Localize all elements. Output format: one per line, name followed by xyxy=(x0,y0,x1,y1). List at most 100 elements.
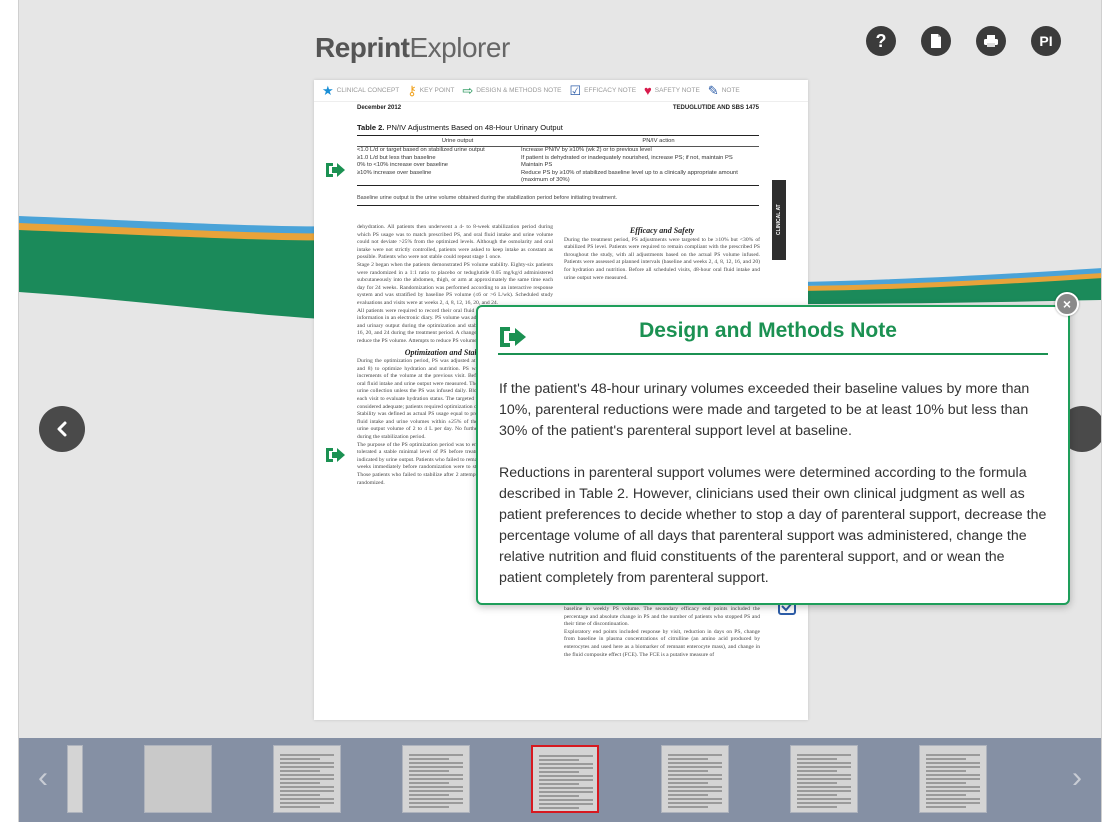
legend-label: SAFETY NOTE xyxy=(654,87,700,94)
table-row: 0% to <10% increase over baseline Maintai… xyxy=(357,162,759,170)
design-methods-note-popup: Design and Methods Note If the patient's… xyxy=(476,305,1070,605)
table-row: <1.0 L/d or target based on stabilized u… xyxy=(357,147,759,155)
page-thumbnail[interactable] xyxy=(790,745,858,813)
document-button[interactable] xyxy=(921,26,951,56)
thumbnail-text-line xyxy=(539,799,593,801)
thumbnail-text-line xyxy=(539,791,593,793)
thumbnail-text-line xyxy=(539,767,593,769)
legend-safety-note[interactable]: ♥ SAFETY NOTE xyxy=(644,84,700,97)
thumbnail-text-line xyxy=(926,766,980,768)
page-header-running-title: TEDUGLUTIDE AND SBS 1475 xyxy=(672,105,759,111)
table-cell: ≥10% increase over baseline xyxy=(357,169,432,176)
design-note-marker[interactable] xyxy=(324,161,346,179)
thumbnail-text-line xyxy=(668,790,722,792)
page-thumbnail[interactable] xyxy=(144,745,212,813)
app-logo: ReprintExplorer xyxy=(315,32,510,64)
close-icon: × xyxy=(1062,296,1072,312)
page-thumbnail[interactable] xyxy=(402,745,470,813)
logo-light-text: Explorer xyxy=(409,32,511,63)
thumbnail-text-line xyxy=(926,802,980,804)
thumbnail-text-line xyxy=(280,758,320,760)
thumbnail-text-line xyxy=(926,770,966,772)
thumbnail-text-line xyxy=(280,770,320,772)
thumbnail-text-line xyxy=(539,783,579,785)
star-icon: ★ xyxy=(322,83,334,98)
thumbnail-text-line xyxy=(797,806,837,808)
thumbnail-text-line xyxy=(409,790,463,792)
table-header-cell: Urine output xyxy=(441,138,474,144)
thumbnail-strip: ‹ › xyxy=(19,738,1101,822)
thumbnail-text-line xyxy=(539,759,579,761)
thumbnail-text-line xyxy=(668,778,722,780)
legend-clinical-concept[interactable]: ★ CLINICAL CONCEPT xyxy=(322,84,399,97)
right-column-bottom: baseline in weekly PS volume. The second… xyxy=(564,606,760,696)
section-heading: Efficacy and Safety xyxy=(629,226,695,235)
page-thumbnail[interactable] xyxy=(919,745,987,813)
paragraph: During the treatment period, PS adjustme… xyxy=(564,236,760,281)
table-title-text: PN/IV Adjustments Based on 48-Hour Urina… xyxy=(384,123,563,132)
design-note-marker[interactable] xyxy=(324,446,346,464)
thumbnail-text-line xyxy=(797,790,851,792)
previous-page-button[interactable] xyxy=(39,406,85,452)
page-thumbnail[interactable] xyxy=(661,745,729,813)
pi-icon: PI xyxy=(1039,33,1053,49)
page-thumbnail[interactable] xyxy=(67,745,83,813)
legend-efficacy-note[interactable]: ☑ EFFICACY NOTE xyxy=(570,84,637,97)
document-icon xyxy=(931,34,941,48)
thumbnail-text-line xyxy=(797,766,851,768)
thumbnail-text-line xyxy=(409,786,463,788)
paragraph: Exploratory end points included response… xyxy=(564,628,760,658)
thumbnail-text-line xyxy=(409,774,463,776)
thumbnail-text-line xyxy=(668,770,708,772)
paragraph: Stage 2 began when the patients demonstr… xyxy=(357,261,553,306)
page-thumbnail[interactable] xyxy=(273,745,341,813)
popup-paragraph-2: Reductions in parenteral support volumes… xyxy=(499,465,1047,586)
print-button[interactable] xyxy=(976,26,1006,56)
thumbnail-prev-button[interactable]: ‹ xyxy=(31,758,55,798)
annotation-legend: ★ CLINICAL CONCEPT ⚷ KEY POINT ⇨ DESIGN & M… xyxy=(314,80,808,102)
thumbnail-text-line xyxy=(668,802,722,804)
thumbnail-text-line xyxy=(409,758,449,760)
thumbnail-text-line xyxy=(926,786,980,788)
thumbnail-text-line xyxy=(280,802,334,804)
thumbnail-text-line xyxy=(668,794,708,796)
help-button[interactable]: ? xyxy=(866,26,896,56)
thumbnail-text-line xyxy=(409,766,463,768)
thumbnail-text-line xyxy=(409,778,463,780)
thumbnail-text-line xyxy=(926,794,966,796)
checkbox-icon: ☑ xyxy=(569,83,582,98)
table-cell: <1.0 L/d or target based on stabilized u… xyxy=(357,147,485,153)
print-icon xyxy=(984,35,998,47)
thumbnail-text-line xyxy=(797,798,851,800)
legend-note[interactable]: ✎ NOTE xyxy=(708,84,740,97)
thumbnail-text-line xyxy=(409,770,449,772)
thumbnail-text-line xyxy=(926,754,980,756)
table-cell: If patient is dehydrated or inadequately… xyxy=(521,154,733,161)
thumbnail-text-line xyxy=(797,794,837,796)
chevron-right-icon: › xyxy=(1072,761,1082,794)
logo-bold-text: Reprint xyxy=(315,32,410,63)
thumbnail-text-line xyxy=(668,762,722,764)
thumbnail-text-line xyxy=(409,782,449,784)
thumbnail-text-line xyxy=(539,755,593,757)
help-icon: ? xyxy=(875,30,887,51)
legend-design-methods-note[interactable]: ⇨ DESIGN & METHODS NOTE xyxy=(462,84,561,97)
arrow-box-icon xyxy=(500,327,526,347)
thumbnail-text-line xyxy=(539,775,593,777)
pi-button[interactable]: PI xyxy=(1031,26,1061,56)
pencil-icon: ✎ xyxy=(707,83,719,98)
paragraph: dehydration. All patients then underwent… xyxy=(357,224,553,261)
close-popup-button[interactable]: × xyxy=(1055,292,1079,316)
thumbnail-text-line xyxy=(797,782,837,784)
thumbnail-text-line xyxy=(280,754,334,756)
arrow-box-icon: ⇨ xyxy=(462,83,474,98)
heart-icon: ♥ xyxy=(644,83,652,98)
thumbnail-next-button[interactable]: › xyxy=(1065,758,1089,798)
clinical-side-tab[interactable]: CLINICAL AT xyxy=(772,180,786,260)
page-thumbnail-active[interactable] xyxy=(531,745,599,813)
table-row: ≥1.0 L/d but less than baseline If patien… xyxy=(357,155,759,163)
table-row: ≥10% increase over baseline Reduce PS by … xyxy=(357,170,759,185)
legend-key-point[interactable]: ⚷ KEY POINT xyxy=(407,84,454,97)
thumbnail-text-line xyxy=(926,782,966,784)
thumbnail-text-line xyxy=(926,798,980,800)
